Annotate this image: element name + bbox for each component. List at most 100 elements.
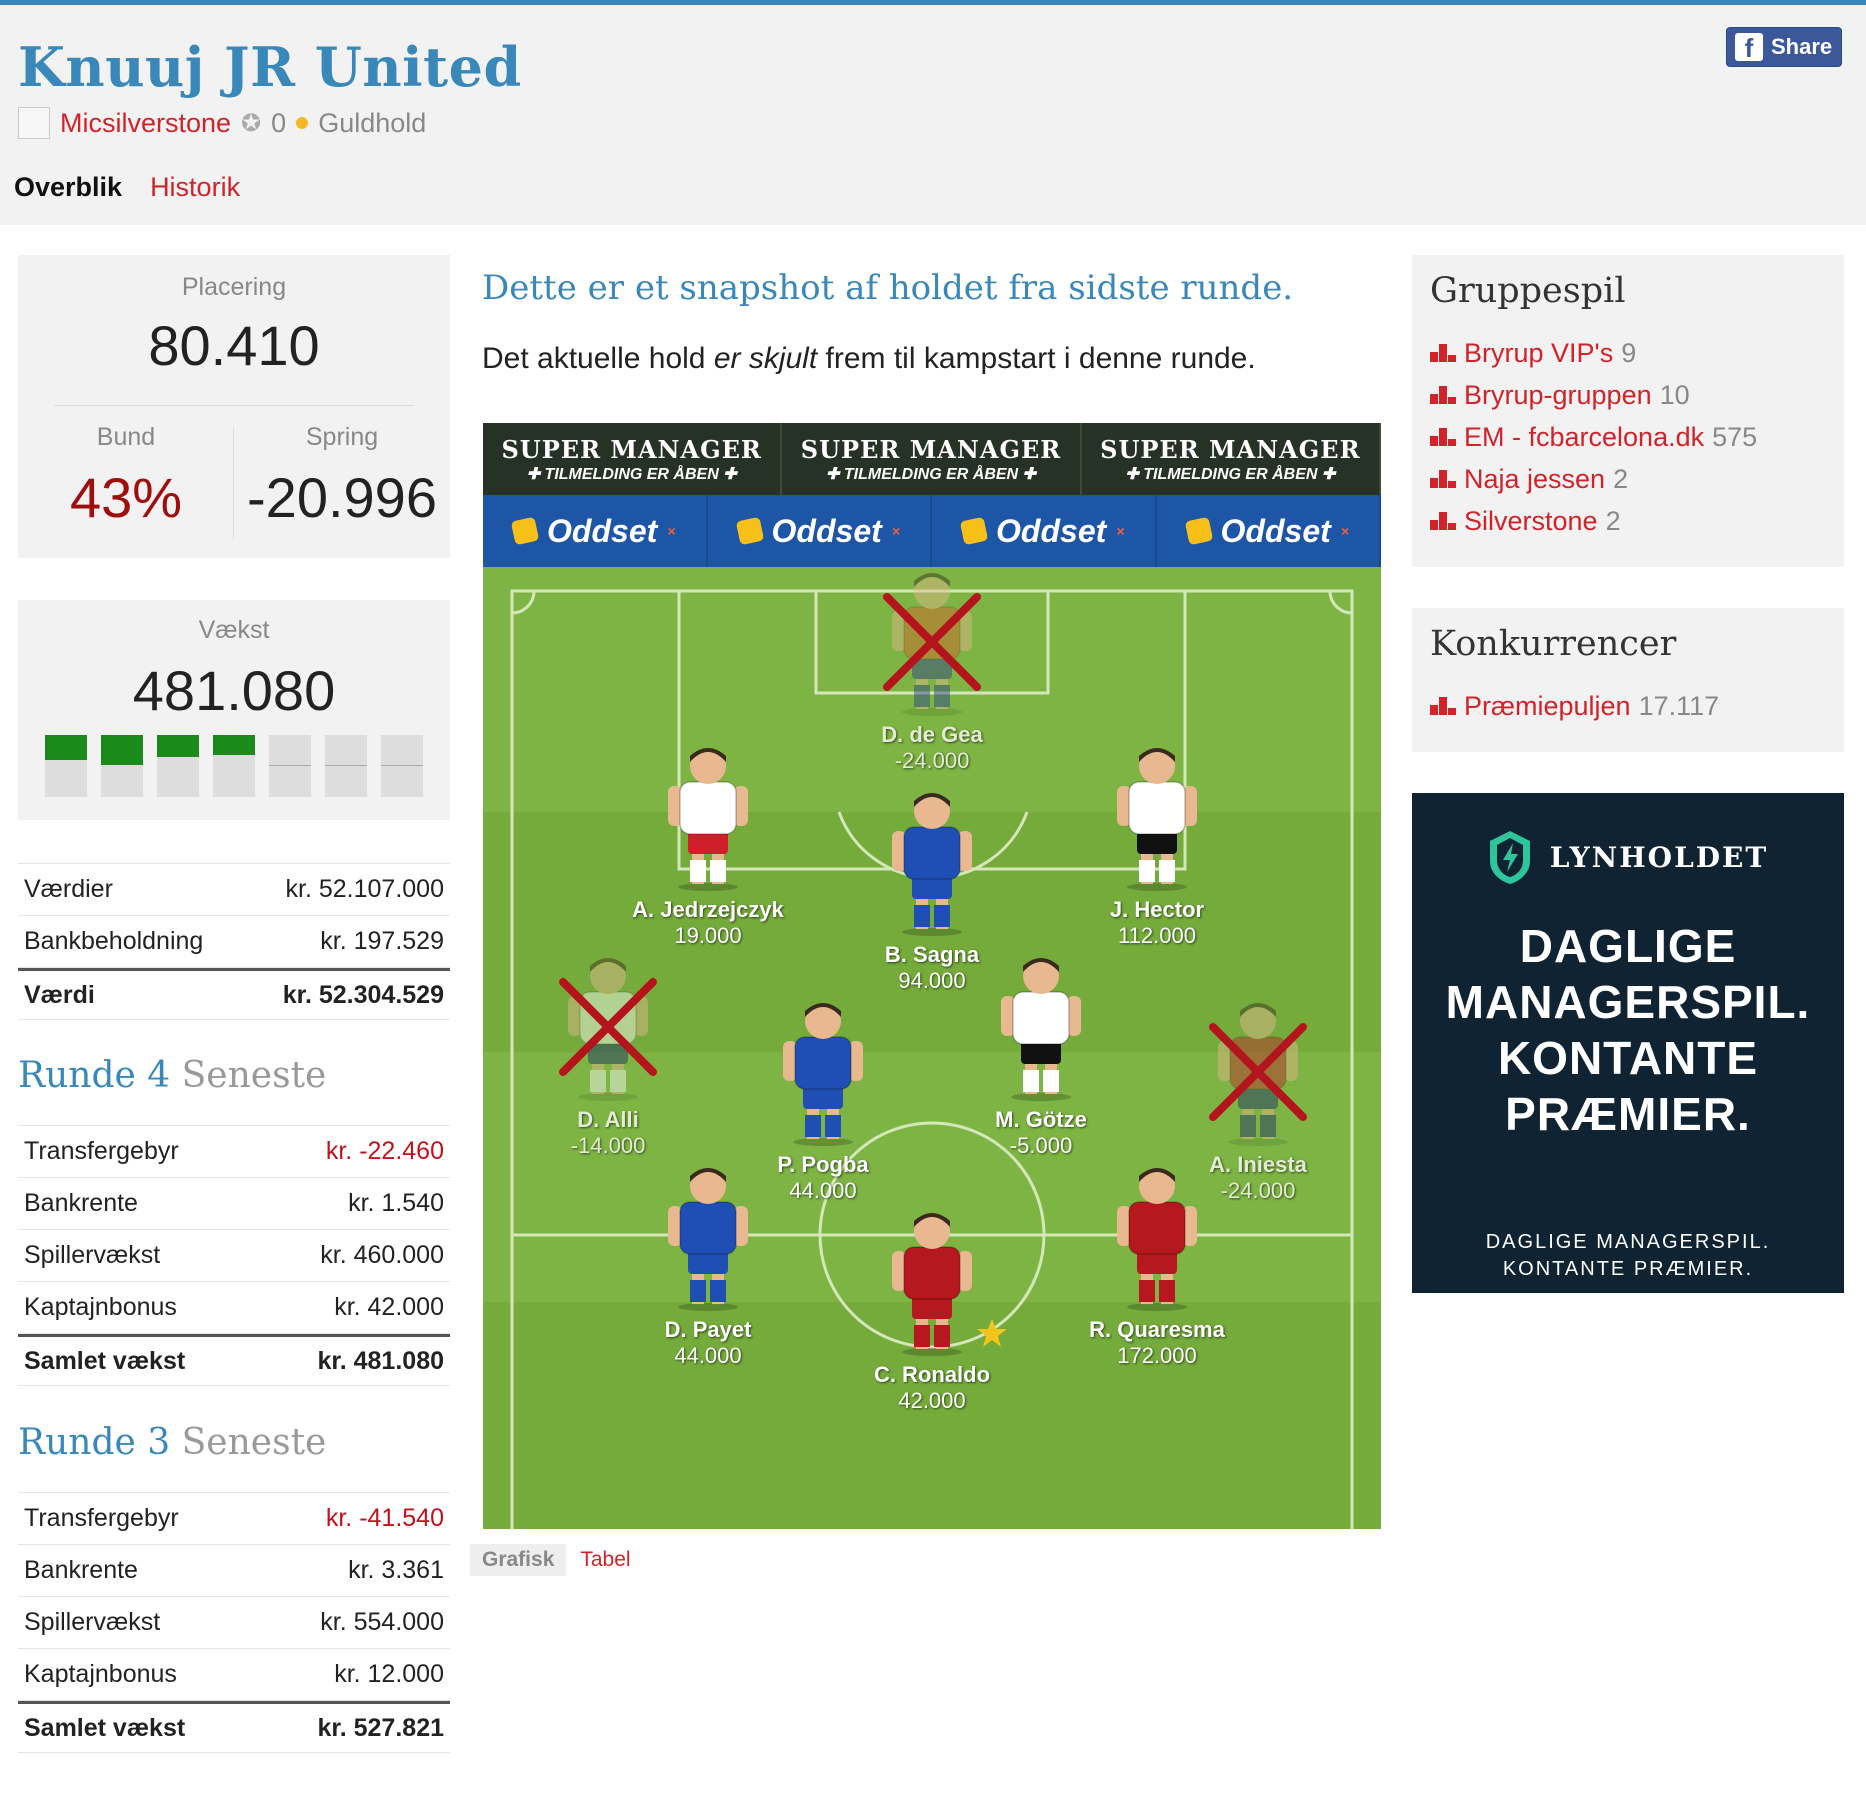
username-link[interactable]: Micsilverstone [60, 108, 231, 139]
avatar[interactable] [18, 107, 50, 139]
player-name: M. Götze [995, 1107, 1087, 1132]
player-card[interactable]: J. Hector 112.000 [1067, 742, 1247, 949]
group-name-link[interactable]: Naja jessen [1464, 464, 1605, 495]
super-manager-banner[interactable]: SUPER MANAGER ✚ TILMELDING ER ÅBEN ✚ SUPE… [483, 423, 1381, 495]
player-figure-part [1159, 1280, 1175, 1302]
facebook-share-button[interactable]: f Share [1726, 27, 1842, 67]
tab-tabel[interactable]: Tabel [578, 1544, 632, 1576]
row-label: Bankrente [24, 1189, 138, 1217]
row-label: Bankrente [24, 1556, 138, 1584]
oddset-coin-icon [1184, 516, 1213, 546]
player-name: D. Payet [664, 1317, 752, 1342]
player-figure-part [679, 1201, 737, 1255]
podium-step [1439, 386, 1447, 404]
player-value: 19.000 [674, 923, 742, 948]
player-figure-part [1128, 781, 1186, 835]
konkurrencer-card: Konkurrencer Præmiepuljen 17.117 [1412, 608, 1844, 752]
group-count: 575 [1712, 421, 1758, 452]
list-item[interactable]: EM - fcbarcelona.dk 575 [1430, 416, 1757, 458]
snapshot-text-start: Det aktuelle hold [482, 342, 714, 375]
oddset-cell[interactable]: Oddset × [932, 495, 1157, 567]
list-item[interactable]: Bryrup-gruppen 10 [1430, 374, 1757, 416]
player-name: A. Jedrzejczyk [632, 897, 784, 922]
facebook-icon: f [1735, 33, 1763, 61]
tab-grafisk[interactable]: Grafisk [470, 1544, 567, 1576]
team-meta: Micsilverstone ✪ 0 Guldhold [18, 107, 426, 139]
player-figure [1117, 1168, 1197, 1311]
vaekst-label: Vækst [198, 616, 270, 644]
spring-label: Spring [305, 423, 379, 451]
podium-step [1448, 355, 1456, 362]
table-row: Transfergebyr kr. -41.540 [18, 1493, 450, 1545]
podium-step [1439, 344, 1447, 362]
player-value: 42.000 [898, 1388, 966, 1413]
round3-title: Runde 3 [18, 1422, 171, 1463]
podium-step [1448, 523, 1456, 530]
table-row: Bankrente kr. 1.540 [18, 1178, 450, 1230]
podium-step [1430, 478, 1438, 488]
row-value: kr. 3.361 [348, 1556, 444, 1584]
banner-cell[interactable]: SUPER MANAGER ✚ TILMELDING ER ÅBEN ✚ [782, 423, 1082, 495]
flag-icon: ✚ [826, 465, 840, 483]
player-name: R. Quaresma [1089, 1317, 1225, 1342]
player-card[interactable]: D. Alli -14.000 [518, 952, 698, 1159]
lynholdet-ad[interactable]: LYNHOLDET DAGLIGE MANAGERSPIL. KONTANTE … [1412, 793, 1844, 1293]
lynholdet-brand: LYNHOLDET [1549, 840, 1769, 874]
group-name-link[interactable]: EM - fcbarcelona.dk [1464, 422, 1704, 453]
player-figure-part [610, 1070, 626, 1092]
banner-subtitle: ✚ TILMELDING ER ÅBEN ✚ [527, 464, 737, 484]
player-figure-part [1043, 1070, 1059, 1092]
headline-line: DAGLIGE [1519, 920, 1737, 972]
player-card[interactable]: D. Payet 44.000 [618, 1162, 798, 1369]
list-item[interactable]: Præmiepuljen 17.117 [1430, 685, 1719, 727]
row-value: kr. 481.080 [317, 1346, 444, 1375]
vaekst-bar-baseline [325, 765, 367, 766]
list-item[interactable]: Bryrup VIP's 9 [1430, 332, 1757, 374]
bund-label: Bund [96, 423, 156, 451]
player-figure-part [678, 883, 738, 891]
tab-overblik[interactable]: Overblik [14, 172, 122, 203]
oddset-cell[interactable]: Oddset × [483, 495, 708, 567]
group-name-link[interactable]: Bryrup VIP's [1464, 338, 1613, 369]
player-figure [1001, 958, 1081, 1101]
konkurrencer-list: Præmiepuljen 17.117 [1430, 685, 1719, 727]
oddset-banner[interactable]: Oddset × Oddset × Oddset × Oddset × [483, 495, 1381, 567]
group-name-link[interactable]: Præmiepuljen [1464, 691, 1631, 722]
player-figure-part [1127, 1303, 1187, 1311]
player-value: -5.000 [1009, 1133, 1073, 1158]
banner-sub-text: TILMELDING ER ÅBEN [843, 465, 1019, 483]
player-figure-part [1139, 860, 1155, 882]
view-toggle: Grafisk Tabel [470, 1544, 633, 1576]
flag-icon: ✚ [526, 465, 541, 483]
podium-step [1430, 394, 1438, 404]
podium-step [1439, 697, 1447, 715]
tab-historik[interactable]: Historik [150, 172, 240, 203]
player-figure-part [1128, 1201, 1186, 1255]
flag-icon: ✚ [1321, 465, 1336, 483]
player-figure-part [1127, 883, 1187, 891]
oddset-coin-icon [510, 516, 540, 546]
player-card[interactable]: D. de Gea -24.000 [842, 567, 1022, 774]
player-card[interactable]: C. Ronaldo 42.000 [842, 1207, 1022, 1414]
podium-step [1439, 512, 1447, 530]
banner-cell[interactable]: SUPER MANAGER ✚ TILMELDING ER ÅBEN ✚ [1082, 423, 1381, 495]
group-podium-icon [1430, 697, 1456, 715]
group-name-link[interactable]: Bryrup-gruppen [1464, 380, 1652, 411]
round3-subtitle: Seneste [181, 1422, 327, 1463]
oddset-cell[interactable]: Oddset × [708, 495, 932, 567]
row-value: kr. 460.000 [320, 1241, 444, 1269]
player-value: -24.000 [894, 748, 970, 773]
player-card[interactable]: R. Quaresma 172.000 [1067, 1162, 1247, 1369]
group-count: 2 [1613, 463, 1629, 494]
banner-cell[interactable]: SUPER MANAGER ✚ TILMELDING ER ÅBEN ✚ [483, 423, 783, 495]
list-item[interactable]: Silverstone 2 [1430, 500, 1757, 542]
vaekst-bar-baseline [269, 765, 311, 766]
oddset-cell[interactable]: Oddset × [1157, 495, 1381, 567]
group-name-link[interactable]: Silverstone [1464, 506, 1598, 537]
list-item[interactable]: Naja jessen 2 [1430, 458, 1757, 500]
table-row: Kaptajnbonus kr. 12.000 [18, 1649, 450, 1701]
player-card[interactable]: M. Götze -5.000 [951, 952, 1131, 1159]
player-card[interactable]: A. Jedrzejczyk 19.000 [618, 742, 798, 949]
row-value: kr. 52.304.529 [282, 980, 444, 1009]
player-figure [892, 793, 972, 936]
